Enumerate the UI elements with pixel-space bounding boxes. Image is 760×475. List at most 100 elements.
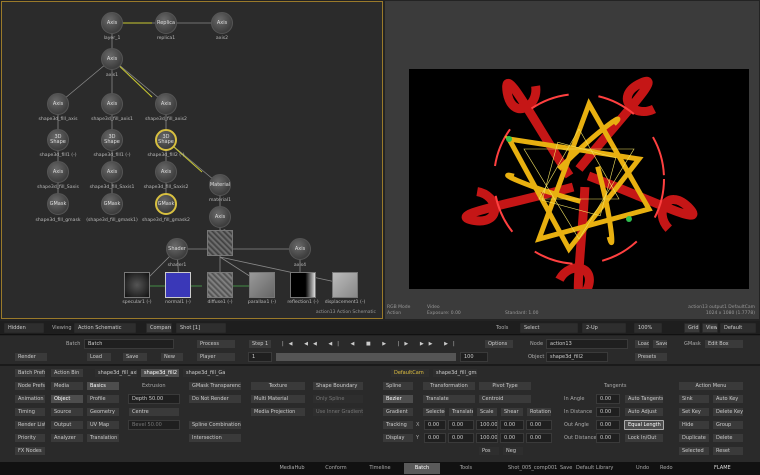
analyzer-button[interactable]: Analyzer xyxy=(50,433,84,443)
compare-select[interactable]: Shot [1] xyxy=(176,323,226,333)
x-scale-field[interactable]: 100.00 xyxy=(476,420,498,430)
tab-timeline[interactable]: Timeline xyxy=(360,463,400,474)
batch-prefs-button[interactable]: Batch Prefs xyxy=(14,368,46,378)
out-distance-field[interactable]: 0.00 xyxy=(596,433,620,443)
auto-adjust-button[interactable]: Auto Adjust xyxy=(624,407,664,417)
set-key-button[interactable]: Set Key xyxy=(678,407,710,417)
shape3d-node-selected[interactable]: 3D Shape xyxy=(155,129,177,151)
transport-controls[interactable]: |◀ ◀◀ ◀| ◀ ■ ▶ |▶ ▶▶ ▶| xyxy=(282,339,460,349)
layout-select[interactable]: 2-Up xyxy=(582,323,626,333)
gmask-node-selected[interactable]: GMask xyxy=(155,193,177,215)
lock-in-out-button[interactable]: Lock In/Out xyxy=(624,433,664,443)
y-scale-field[interactable]: 100.00 xyxy=(476,433,498,443)
x-shear-field[interactable]: 0.00 xyxy=(500,420,524,430)
centre-button[interactable]: Centre xyxy=(128,407,180,417)
player-button[interactable]: Player xyxy=(196,352,236,362)
animation-button[interactable]: Animation xyxy=(14,394,46,404)
diffuse-top-thumbnail[interactable] xyxy=(207,230,233,256)
object-button[interactable]: Object xyxy=(50,394,84,404)
save-setup-button[interactable]: Save xyxy=(652,339,668,349)
process-button[interactable]: Process xyxy=(196,339,236,349)
uv-map-tab[interactable]: UV Map xyxy=(86,420,120,430)
grid-button[interactable]: Grid xyxy=(684,323,700,333)
hidden-button[interactable]: Hidden xyxy=(4,323,44,333)
translate-button[interactable]: Translate xyxy=(422,394,476,404)
view-button[interactable]: View xyxy=(702,323,718,333)
diffuse-map-thumbnail[interactable] xyxy=(207,272,233,298)
display-button[interactable]: Display xyxy=(382,433,414,443)
axis-node[interactable]: Axis xyxy=(101,93,123,115)
axis-node[interactable]: Axis xyxy=(211,12,233,34)
axis-node[interactable]: Axis xyxy=(47,161,69,183)
compare-button[interactable]: Compare xyxy=(146,323,172,333)
prop-neg-button[interactable]: Neg xyxy=(502,446,524,456)
axis-node[interactable]: Axis xyxy=(209,206,231,228)
node-prefs-button[interactable]: Node Prefs xyxy=(14,381,46,391)
prop-pos-button[interactable]: Pos xyxy=(478,446,500,456)
node-field[interactable]: action13 xyxy=(546,339,628,349)
tab-object[interactable]: shape3d_fill_gmask xyxy=(432,368,478,378)
spline-combination-button[interactable]: Spline Combination xyxy=(188,420,242,430)
select-tool[interactable]: Select xyxy=(520,323,578,333)
batch-name-field[interactable]: Batch xyxy=(84,339,174,349)
transformation-button[interactable]: Transformation xyxy=(422,381,476,391)
use-inner-gradients-button[interactable]: Use Inner Gradients xyxy=(312,407,364,417)
multi-material-button[interactable]: Multi Material xyxy=(250,394,306,404)
delete-key-button[interactable]: Delete Key xyxy=(712,407,744,417)
step-select[interactable]: Step 1 xyxy=(248,339,272,349)
tab-object[interactable]: shape3d_fill_Gaxis xyxy=(182,368,226,378)
specular-map-thumbnail[interactable] xyxy=(124,272,150,298)
save-button[interactable]: Save xyxy=(122,352,148,362)
basics-tab[interactable]: Basics xyxy=(86,381,120,391)
bezier-button[interactable]: Bezier xyxy=(382,394,414,404)
parallax-map-thumbnail[interactable] xyxy=(249,272,275,298)
y-translate-field[interactable]: 0.00 xyxy=(424,433,446,443)
axis-node[interactable]: Axis xyxy=(289,238,311,260)
x-translate-field[interactable]: 0.00 xyxy=(424,420,446,430)
tab-batch[interactable]: Batch xyxy=(404,463,440,474)
tab-defaultcam[interactable]: DefaultCam xyxy=(390,368,430,378)
shape3d-node[interactable]: 3D Shape xyxy=(47,129,69,151)
displacement-map-thumbnail[interactable] xyxy=(332,272,358,298)
shape3d-node[interactable]: 3D Shape xyxy=(101,129,123,151)
action-bin-button[interactable]: Action Bin xyxy=(50,368,84,378)
media-projection-button[interactable]: Media Projection xyxy=(250,407,306,417)
reset-button[interactable]: Reset xyxy=(712,446,744,456)
tab-conform[interactable]: Conform xyxy=(316,463,356,474)
in-angle-field[interactable]: 0.00 xyxy=(596,394,620,404)
shape-boundary-button[interactable]: Shape Boundary xyxy=(312,381,364,391)
gradient-button[interactable]: Gradient xyxy=(382,407,414,417)
auto-key-button[interactable]: Auto Key xyxy=(712,394,744,404)
hide-button[interactable]: Hide xyxy=(678,420,710,430)
axis-node[interactable]: Axis xyxy=(101,12,123,34)
edit-box-button[interactable]: Edit Box xyxy=(704,339,744,349)
gmask-node[interactable]: GMask xyxy=(101,193,123,215)
media-button[interactable]: Media xyxy=(50,381,84,391)
sink-button[interactable]: Sink xyxy=(678,394,710,404)
pivot-type-button[interactable]: Pivot Type xyxy=(478,381,532,391)
save-shortcut[interactable]: Save xyxy=(560,463,572,474)
rotation-button[interactable]: Rotation xyxy=(526,407,552,417)
load-button[interactable]: Load xyxy=(86,352,112,362)
x-field[interactable]: 0.00 xyxy=(448,420,474,430)
gmask-node[interactable]: GMask xyxy=(47,193,69,215)
y-shear-field[interactable]: 0.00 xyxy=(500,433,524,443)
zoom-select[interactable]: 100% xyxy=(634,323,662,333)
y-rotation-field[interactable]: 0.00 xyxy=(526,433,552,443)
x-rotation-field[interactable]: 0.00 xyxy=(526,420,552,430)
options-button[interactable]: Options xyxy=(484,339,514,349)
translate-mode-button[interactable]: Translate xyxy=(448,407,474,417)
default-select[interactable]: Default xyxy=(720,323,756,333)
geometry-tab[interactable]: Geometry xyxy=(86,407,120,417)
output-button[interactable]: Output xyxy=(50,420,84,430)
selected-scope-button[interactable]: Selected xyxy=(678,446,710,456)
shader-node[interactable]: Shader xyxy=(166,238,188,260)
new-button[interactable]: New xyxy=(160,352,184,362)
tab-object-active[interactable]: shape3d_fill2 xyxy=(140,368,180,378)
gmask-transparency-button[interactable]: GMask Transparency xyxy=(188,381,242,391)
profile-tab[interactable]: Profile xyxy=(86,394,120,404)
shear-button[interactable]: Shear xyxy=(500,407,524,417)
bevel-field[interactable]: Bevel 50.00 xyxy=(128,420,180,430)
frame-field[interactable]: 1 xyxy=(248,352,272,362)
spline-button[interactable]: Spline xyxy=(382,381,414,391)
